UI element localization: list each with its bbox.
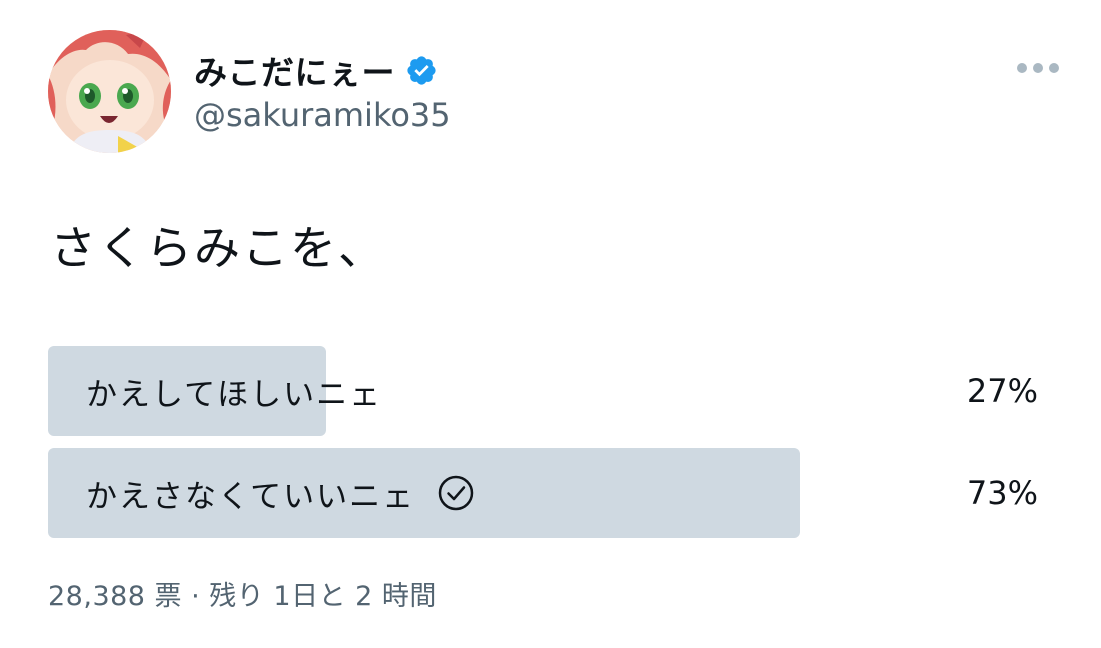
more-horizontal-icon[interactable]: [1015, 60, 1061, 74]
poll-meta: 28,388 票 · 残り 1日と 2 時間: [48, 581, 437, 612]
author-block: みこだにぇー @sakuramiko35: [194, 48, 451, 134]
display-name[interactable]: みこだにぇー: [194, 46, 395, 94]
verified-badge-icon: [405, 54, 438, 87]
name-row: みこだにぇー: [194, 48, 451, 92]
avatar-image-icon: [48, 30, 171, 153]
poll-option-percent: 27%: [966, 372, 1038, 410]
poll-option-2-text: かえさなくていいニェ: [86, 478, 416, 515]
tweet-header: みこだにぇー @sakuramiko35: [48, 30, 1061, 160]
poll-option-1-text: かえしてほしいニェ: [86, 376, 383, 413]
avatar[interactable]: [48, 30, 171, 153]
tweet-card: みこだにぇー @sakuramiko35 さくらみこを、 かえしてほしいニェ 2…: [0, 0, 1101, 648]
poll-option-2[interactable]: かえさなくていいニェ 73%: [48, 448, 1048, 538]
handle[interactable]: @sakuramiko35: [194, 96, 451, 134]
poll-option-label: かえさなくていいニェ: [86, 448, 475, 538]
poll: かえしてほしいニェ 27% かえさなくていいニェ 73%: [48, 346, 1048, 550]
poll-option-label: かえしてほしいニェ: [86, 346, 382, 436]
poll-option-1[interactable]: かえしてほしいニェ 27%: [48, 346, 1048, 436]
poll-option-percent: 73%: [966, 474, 1038, 512]
check-circle-icon: [437, 474, 475, 512]
tweet-text: さくらみこを、: [50, 221, 386, 275]
